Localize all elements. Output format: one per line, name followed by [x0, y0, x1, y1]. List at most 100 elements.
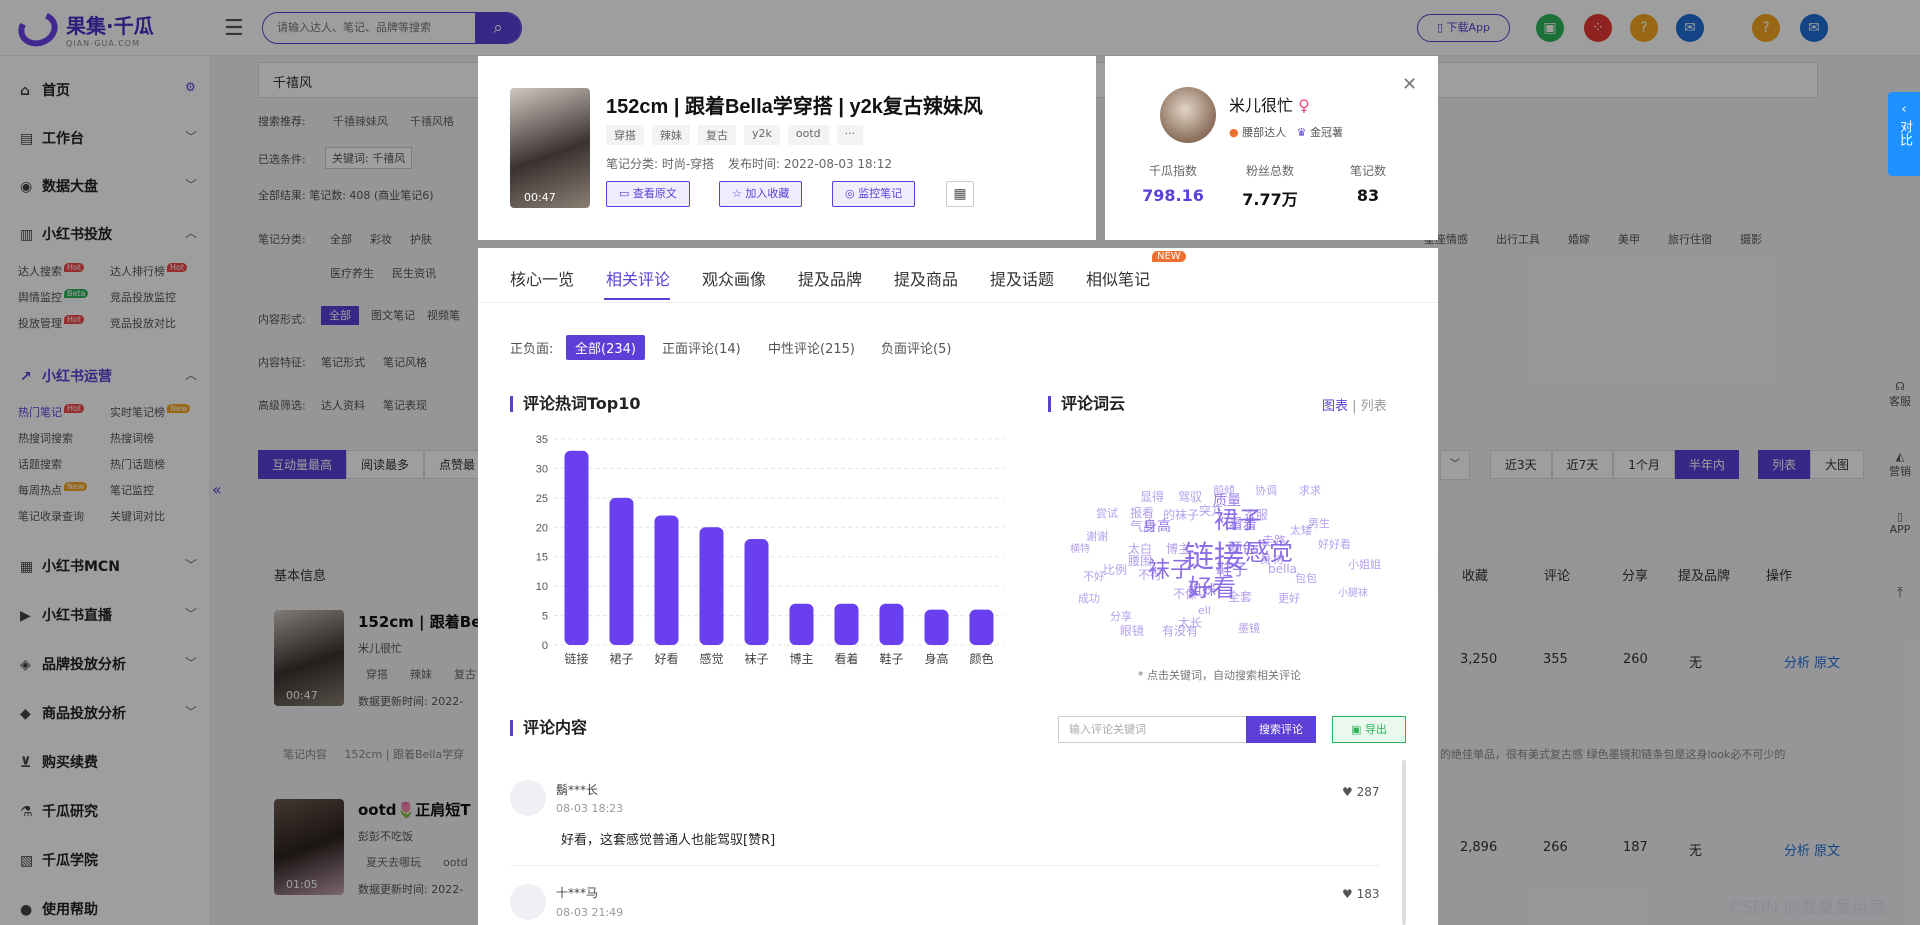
cloud-word[interactable]: 谢谢: [1086, 528, 1108, 544]
bar-袜子: [744, 539, 769, 645]
more-tags-button[interactable]: ···: [836, 125, 864, 145]
qrcode-icon[interactable]: ▦: [946, 181, 974, 207]
tab-topics[interactable]: 提及话题: [990, 266, 1054, 290]
add-favorite-button[interactable]: ☆ 加入收藏: [719, 181, 803, 207]
star-icon: ☆: [732, 187, 746, 200]
heart-icon[interactable]: ♥: [1342, 887, 1357, 901]
author-name[interactable]: 米儿很忙: [1229, 96, 1293, 115]
note-tag: y2k: [744, 125, 780, 145]
cloud-word[interactable]: 太白: [1128, 540, 1152, 557]
note-title: 152cm | 跟着Bella学穿搭 | y2k复古辣妹风: [606, 96, 983, 118]
cloud-word[interactable]: 驾驭: [1178, 488, 1202, 505]
tab-divider: [478, 302, 1438, 303]
cloud-word[interactable]: 尝试: [1096, 505, 1118, 521]
note-tag: 穿搭: [606, 125, 644, 145]
author-badge: 金冠薯: [1309, 126, 1343, 139]
cloud-word[interactable]: 衣服: [1244, 506, 1268, 523]
tab-overview[interactable]: 核心一览: [510, 266, 574, 290]
cloud-word[interactable]: 姐妹: [1188, 580, 1216, 600]
cloud-note: * 点击关键词，自动搜索相关评论: [1138, 669, 1301, 682]
close-icon[interactable]: ✕: [1402, 74, 1417, 95]
sentiment-negative[interactable]: 负面评论(5): [881, 338, 951, 357]
sentiment-label: 正负面:: [510, 342, 554, 357]
export-button[interactable]: ▣ 导出: [1332, 716, 1406, 743]
cloud-word[interactable]: 鞋子: [1216, 556, 1248, 580]
tab-brands[interactable]: 提及品牌: [798, 266, 862, 290]
tab-similar[interactable]: 相似笔记: [1086, 266, 1150, 290]
bar-感觉: [699, 527, 724, 645]
comment-word-cloud: 链接 裙子 感觉 袜子 好看 博主 质量 鞋子 看着 衣服 颜色 身高 腰围 气质 太白 比例 不行 不像 姐妹 全套…: [1048, 440, 1408, 640]
sentiment-neutral[interactable]: 中性评论(215): [768, 338, 855, 357]
cloud-word[interactable]: 墨镜: [1238, 620, 1260, 636]
tab-comments[interactable]: 相关评论: [606, 266, 670, 290]
cloud-word[interactable]: 分享: [1110, 608, 1132, 624]
y-tick-label: 35: [536, 434, 548, 446]
view-original-button[interactable]: ▭ 查看原文: [606, 181, 690, 207]
comment-text: 好看，这套感觉普通人也能驾驭[赞R]: [561, 833, 776, 848]
comment-likes: 183: [1356, 887, 1380, 901]
comment-search-button[interactable]: 搜索评论: [1246, 716, 1316, 743]
compare-float-button[interactable]: ‹ 对比: [1888, 92, 1920, 176]
x-tick-label: 感觉: [699, 651, 723, 666]
cloud-word[interactable]: 博主: [1166, 540, 1190, 557]
cloud-word[interactable]: 成功: [1078, 590, 1100, 606]
cloud-word[interactable]: 身材: [1260, 550, 1284, 567]
x-tick-label: 看着: [834, 651, 858, 666]
y-tick-label: 20: [536, 522, 548, 534]
cloud-word[interactable]: 突兀: [1199, 502, 1223, 519]
comment-search-input[interactable]: 输入评论关键词: [1058, 716, 1246, 743]
tab-goods[interactable]: 提及商品: [894, 266, 958, 290]
stat-label: 千瓜指数: [1148, 164, 1197, 178]
heart-icon[interactable]: ♥: [1342, 785, 1357, 799]
sentiment-all[interactable]: 全部(234): [566, 335, 645, 360]
x-tick-label: 链接: [564, 651, 588, 666]
cloud-word[interactable]: 男生: [1308, 515, 1330, 531]
note-tags: 穿搭 辣妹 复古 y2k ootd ···: [606, 125, 871, 145]
stat-value: 798.16: [1142, 186, 1204, 205]
cloud-word[interactable]: 全套: [1228, 588, 1252, 605]
cloud-word[interactable]: 的袜子: [1163, 506, 1199, 523]
comments-scrollbar[interactable]: [1402, 760, 1406, 925]
cloud-word[interactable]: 好好看: [1318, 536, 1351, 552]
export-label: 导出: [1364, 723, 1387, 736]
cloud-word[interactable]: 求求: [1299, 482, 1321, 498]
cloud-word[interactable]: 小腿袜: [1338, 584, 1368, 599]
bar-颜色: [969, 609, 994, 645]
cloud-word[interactable]: ell: [1198, 604, 1211, 617]
cloud-word[interactable]: 走路: [1262, 532, 1286, 549]
x-tick-label: 颜色: [969, 651, 993, 666]
bar-看着: [834, 603, 859, 645]
compare-label: 对比: [1897, 120, 1912, 146]
avatar[interactable]: [1160, 87, 1216, 143]
x-tick-label: 鞋子: [879, 651, 903, 666]
cloud-word[interactable]: 小姐姐: [1348, 556, 1381, 572]
note-duration: 00:47: [524, 191, 556, 204]
cloud-word[interactable]: 前倾: [1213, 482, 1235, 498]
cloud-word[interactable]: 更好: [1278, 590, 1300, 606]
person-icon: ●: [1229, 126, 1239, 139]
comment-avatar: [510, 780, 546, 816]
cloud-word[interactable]: 不好: [1083, 568, 1105, 584]
cloud-chart-toggle[interactable]: 图表: [1322, 399, 1348, 414]
comment-avatar: [510, 884, 546, 920]
sentiment-positive[interactable]: 正面评论(14): [662, 338, 741, 357]
cloud-list-toggle[interactable]: 列表: [1361, 399, 1387, 414]
wordcloud-title: 评论词云: [1048, 396, 1125, 412]
note-tag: 复古: [698, 125, 736, 145]
cloud-word[interactable]: 颜色: [1228, 538, 1256, 558]
monitor-note-button[interactable]: ◎ 监控笔记: [832, 181, 916, 207]
note-cover[interactable]: 00:47: [510, 88, 590, 208]
cloud-word[interactable]: 协调: [1255, 482, 1277, 498]
tab-audience[interactable]: 观众画像: [702, 266, 766, 290]
note-tag: 辣妹: [652, 125, 690, 145]
gender-female-icon: ♀: [1298, 96, 1310, 115]
cloud-word[interactable]: 显得: [1140, 488, 1164, 505]
cloud-word[interactable]: 有没有: [1162, 622, 1198, 639]
cloud-word[interactable]: 包包: [1295, 570, 1317, 586]
add-favorite-label: 加入收藏: [745, 187, 790, 200]
location-icon: ◎: [845, 187, 859, 200]
cloud-word[interactable]: 不行: [1138, 566, 1162, 583]
cloud-word[interactable]: 眼镜: [1120, 622, 1144, 639]
cloud-word[interactable]: 比例: [1103, 561, 1127, 578]
cloud-word[interactable]: 报看: [1130, 504, 1154, 521]
